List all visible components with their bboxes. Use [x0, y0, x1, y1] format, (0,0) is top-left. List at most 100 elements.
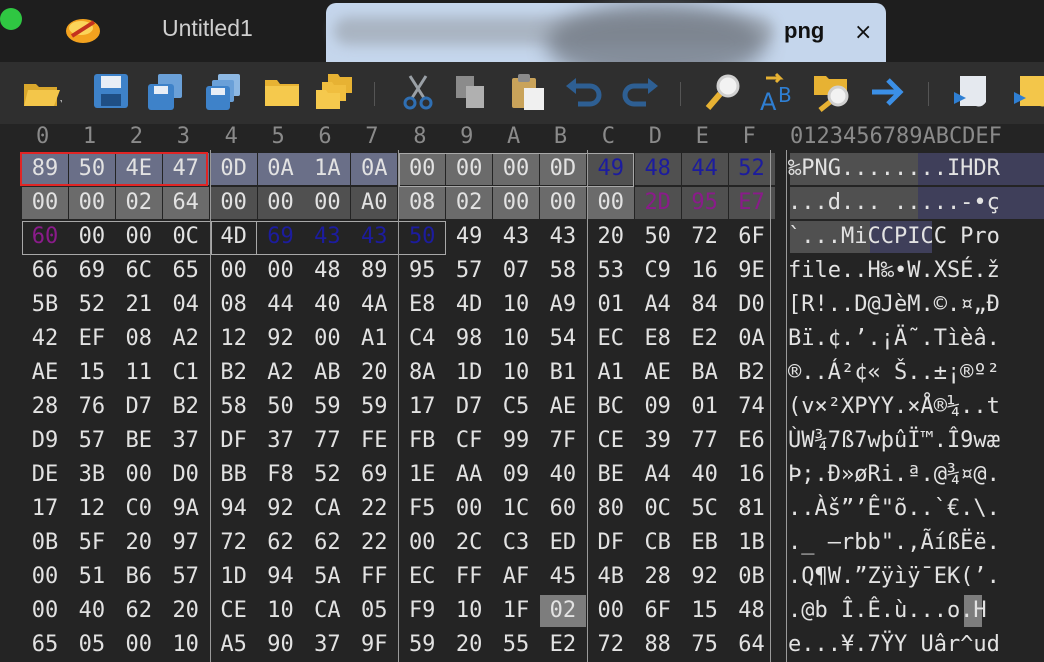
- paste-icon[interactable]: [508, 72, 548, 112]
- hex-byte[interactable]: 69: [258, 221, 304, 253]
- hex-byte[interactable]: F5: [399, 493, 445, 525]
- hex-byte[interactable]: EC: [588, 323, 634, 355]
- hex-byte[interactable]: 6C: [116, 255, 162, 287]
- hex-byte[interactable]: 08: [399, 187, 446, 219]
- hex-byte[interactable]: D0: [163, 459, 209, 491]
- hex-byte[interactable]: E7: [728, 187, 775, 219]
- hex-byte[interactable]: 57: [163, 561, 209, 593]
- hex-byte[interactable]: 02: [115, 187, 162, 219]
- hex-byte[interactable]: 12: [211, 323, 257, 355]
- hex-byte[interactable]: 5F: [69, 527, 115, 559]
- hex-byte[interactable]: 92: [682, 561, 728, 593]
- hex-byte[interactable]: C3: [493, 527, 539, 559]
- copy-icon[interactable]: [452, 72, 492, 112]
- hex-byte[interactable]: 64: [162, 187, 209, 219]
- hex-byte[interactable]: 65: [163, 255, 209, 287]
- hex-byte[interactable]: 57: [446, 255, 492, 287]
- hex-byte[interactable]: 20: [588, 221, 634, 253]
- save-icon[interactable]: [92, 72, 132, 112]
- hex-byte[interactable]: 50: [399, 221, 445, 253]
- hex-byte[interactable]: 40: [69, 595, 115, 627]
- hex-byte[interactable]: 51: [69, 561, 115, 593]
- hex-byte[interactable]: 04: [163, 289, 209, 321]
- hex-byte[interactable]: 00: [539, 187, 586, 219]
- hex-byte[interactable]: 43: [351, 221, 397, 253]
- hex-byte[interactable]: AF: [493, 561, 539, 593]
- hex-byte[interactable]: 8A: [399, 357, 445, 389]
- hex-byte[interactable]: 1A: [304, 153, 351, 185]
- hex-byte[interactable]: 00: [304, 187, 351, 219]
- hex-byte[interactable]: 49: [446, 221, 492, 253]
- hex-byte[interactable]: 00: [116, 629, 162, 661]
- hex-byte[interactable]: 5C: [682, 493, 728, 525]
- hex-byte[interactable]: 00: [399, 527, 445, 559]
- hex-byte[interactable]: 3B: [69, 459, 115, 491]
- hex-byte[interactable]: 00: [493, 187, 539, 219]
- hex-byte[interactable]: 6F: [635, 595, 681, 627]
- hex-byte[interactable]: 28: [22, 391, 68, 423]
- hex-byte[interactable]: 94: [211, 493, 257, 525]
- text-row[interactable]: ‰PNG........IHDR: [788, 153, 1044, 185]
- hex-byte[interactable]: 00: [22, 187, 68, 219]
- hex-byte[interactable]: 43: [493, 221, 539, 253]
- text-row[interactable]: `...MiCCPICC Pro: [788, 221, 1044, 253]
- hex-byte[interactable]: 11: [116, 357, 162, 389]
- window-close-dot[interactable]: [0, 8, 22, 30]
- hex-byte[interactable]: 99: [493, 425, 539, 457]
- hex-byte[interactable]: 64: [729, 629, 775, 661]
- hex-byte[interactable]: 00: [588, 595, 634, 627]
- hex-byte[interactable]: CB: [635, 527, 681, 559]
- hex-byte[interactable]: D7: [446, 391, 492, 423]
- hex-byte[interactable]: 10: [493, 289, 539, 321]
- hex-byte[interactable]: DE: [22, 459, 68, 491]
- hex-byte[interactable]: 9E: [729, 255, 775, 287]
- hex-byte[interactable]: 9F: [351, 629, 397, 661]
- text-row[interactable]: ..Àš”’Ê"õ..`€.\.: [788, 493, 1044, 525]
- script2-icon[interactable]: [1012, 72, 1044, 112]
- hex-byte[interactable]: 1D: [211, 561, 257, 593]
- hex-byte[interactable]: 62: [304, 527, 350, 559]
- hex-byte[interactable]: 48: [729, 595, 775, 627]
- hex-byte[interactable]: 2D: [634, 187, 681, 219]
- hex-byte[interactable]: FB: [399, 425, 445, 457]
- hex-byte[interactable]: 62: [116, 595, 162, 627]
- hex-byte[interactable]: 07: [493, 255, 539, 287]
- hex-byte[interactable]: 75: [682, 629, 728, 661]
- hex-byte[interactable]: 05: [351, 595, 397, 627]
- hex-byte[interactable]: 7F: [540, 425, 586, 457]
- hex-byte[interactable]: 28: [635, 561, 681, 593]
- hex-byte[interactable]: 45: [540, 561, 586, 593]
- hex-byte[interactable]: 77: [682, 425, 728, 457]
- hex-byte[interactable]: 10: [258, 595, 304, 627]
- replace-icon[interactable]: AB: [758, 72, 798, 112]
- hex-byte[interactable]: 09: [635, 391, 681, 423]
- hex-byte[interactable]: E8: [635, 323, 681, 355]
- hex-byte[interactable]: 08: [211, 289, 257, 321]
- hex-byte[interactable]: 44: [258, 289, 304, 321]
- hex-byte[interactable]: 00: [493, 153, 539, 185]
- hex-byte[interactable]: 4D: [211, 221, 257, 253]
- script-icon[interactable]: [952, 72, 992, 112]
- hex-byte[interactable]: 95: [399, 255, 445, 287]
- hex-byte[interactable]: FF: [446, 561, 492, 593]
- hex-byte[interactable]: 42: [22, 323, 68, 355]
- hex-byte[interactable]: 52: [304, 459, 350, 491]
- hex-byte[interactable]: 97: [163, 527, 209, 559]
- hex-byte[interactable]: CE: [588, 425, 634, 457]
- hex-byte[interactable]: FF: [351, 561, 397, 593]
- hex-byte[interactable]: C5: [493, 391, 539, 423]
- hex-byte[interactable]: 05: [69, 629, 115, 661]
- hex-byte[interactable]: 40: [682, 459, 728, 491]
- hex-byte[interactable]: A5: [211, 629, 257, 661]
- hex-byte[interactable]: ED: [540, 527, 586, 559]
- hex-byte[interactable]: 1B: [729, 527, 775, 559]
- hex-byte[interactable]: BB: [211, 459, 257, 491]
- cut-icon[interactable]: [398, 72, 438, 112]
- hex-byte[interactable]: B1: [540, 357, 586, 389]
- hex-byte[interactable]: 72: [211, 527, 257, 559]
- hex-byte[interactable]: 00: [446, 153, 493, 185]
- hex-byte[interactable]: 10: [493, 323, 539, 355]
- hex-byte[interactable]: 9A: [163, 493, 209, 525]
- hex-byte[interactable]: 80: [588, 493, 634, 525]
- hex-byte[interactable]: 5B: [22, 289, 68, 321]
